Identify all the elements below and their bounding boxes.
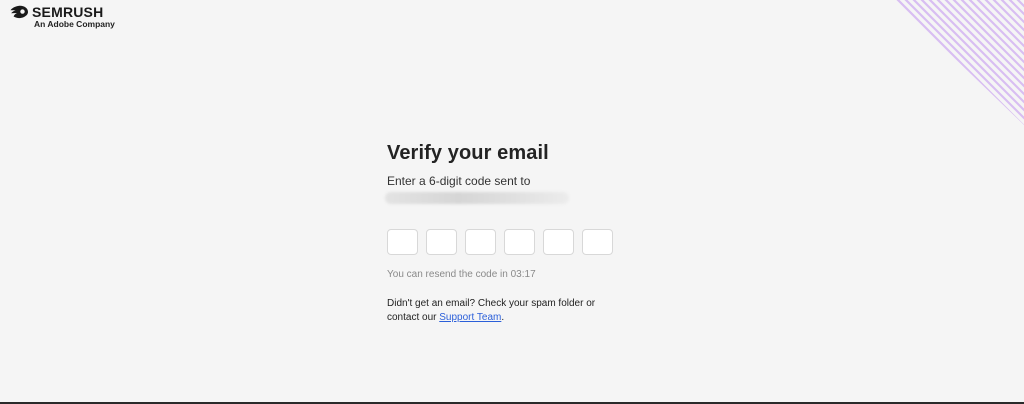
code-digit-input-4[interactable] xyxy=(504,229,535,255)
support-team-link[interactable]: Support Team xyxy=(439,312,501,323)
page-title: Verify your email xyxy=(387,142,549,164)
help-text-prefix: contact our xyxy=(387,312,437,323)
help-text-line-1: Didn't get an email? Check your spam fol… xyxy=(387,298,596,309)
code-digit-input-3[interactable] xyxy=(465,229,496,255)
brand-name: SEMRUSH xyxy=(32,4,104,20)
code-digit-input-6[interactable] xyxy=(582,229,613,255)
verify-email-card: Verify your email Enter a 6-digit code s… xyxy=(385,142,647,325)
code-digit-input-5[interactable] xyxy=(543,229,574,255)
help-text-suffix: . xyxy=(501,312,505,323)
redacted-email-address xyxy=(385,192,569,204)
resend-countdown-text: You can resend the code in 03:17 xyxy=(387,269,536,280)
code-sent-subtitle: Enter a 6-digit code sent to xyxy=(387,174,531,188)
semrush-flame-icon xyxy=(10,5,28,19)
decorative-stripes xyxy=(894,0,1024,125)
semrush-logo[interactable]: SEMRUSH An Adobe Company xyxy=(9,4,115,29)
help-text-line-2: contact our Support Team. xyxy=(387,311,647,325)
help-text: Didn't get an email? Check your spam fol… xyxy=(387,297,647,325)
code-digit-input-1[interactable] xyxy=(387,229,418,255)
brand-tagline: An Adobe Company xyxy=(34,19,115,29)
code-input-group xyxy=(387,229,647,255)
code-digit-input-2[interactable] xyxy=(426,229,457,255)
verify-email-page: SEMRUSH An Adobe Company Verify your ema… xyxy=(0,0,1024,404)
